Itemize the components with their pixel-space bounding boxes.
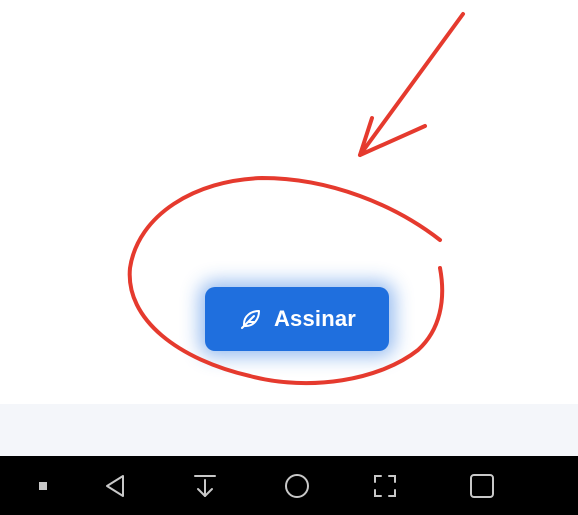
recents-square-icon[interactable] xyxy=(462,456,502,515)
screenshot-frame-icon[interactable] xyxy=(365,456,405,515)
page-content: Assinar xyxy=(0,0,578,404)
feather-icon xyxy=(238,306,264,332)
dot-icon[interactable] xyxy=(28,456,58,515)
home-circle-icon[interactable] xyxy=(277,456,317,515)
annotation-circle xyxy=(127,176,445,386)
sign-button[interactable]: Assinar xyxy=(205,287,389,351)
download-arrow-icon[interactable] xyxy=(185,456,225,515)
back-triangle-icon[interactable] xyxy=(95,456,135,515)
annotation-arrow-shaft xyxy=(358,12,465,157)
sign-button-label: Assinar xyxy=(273,306,357,331)
navigation-bar xyxy=(0,456,578,515)
bottom-panel xyxy=(0,404,578,456)
annotation-arrow-head xyxy=(358,116,427,157)
